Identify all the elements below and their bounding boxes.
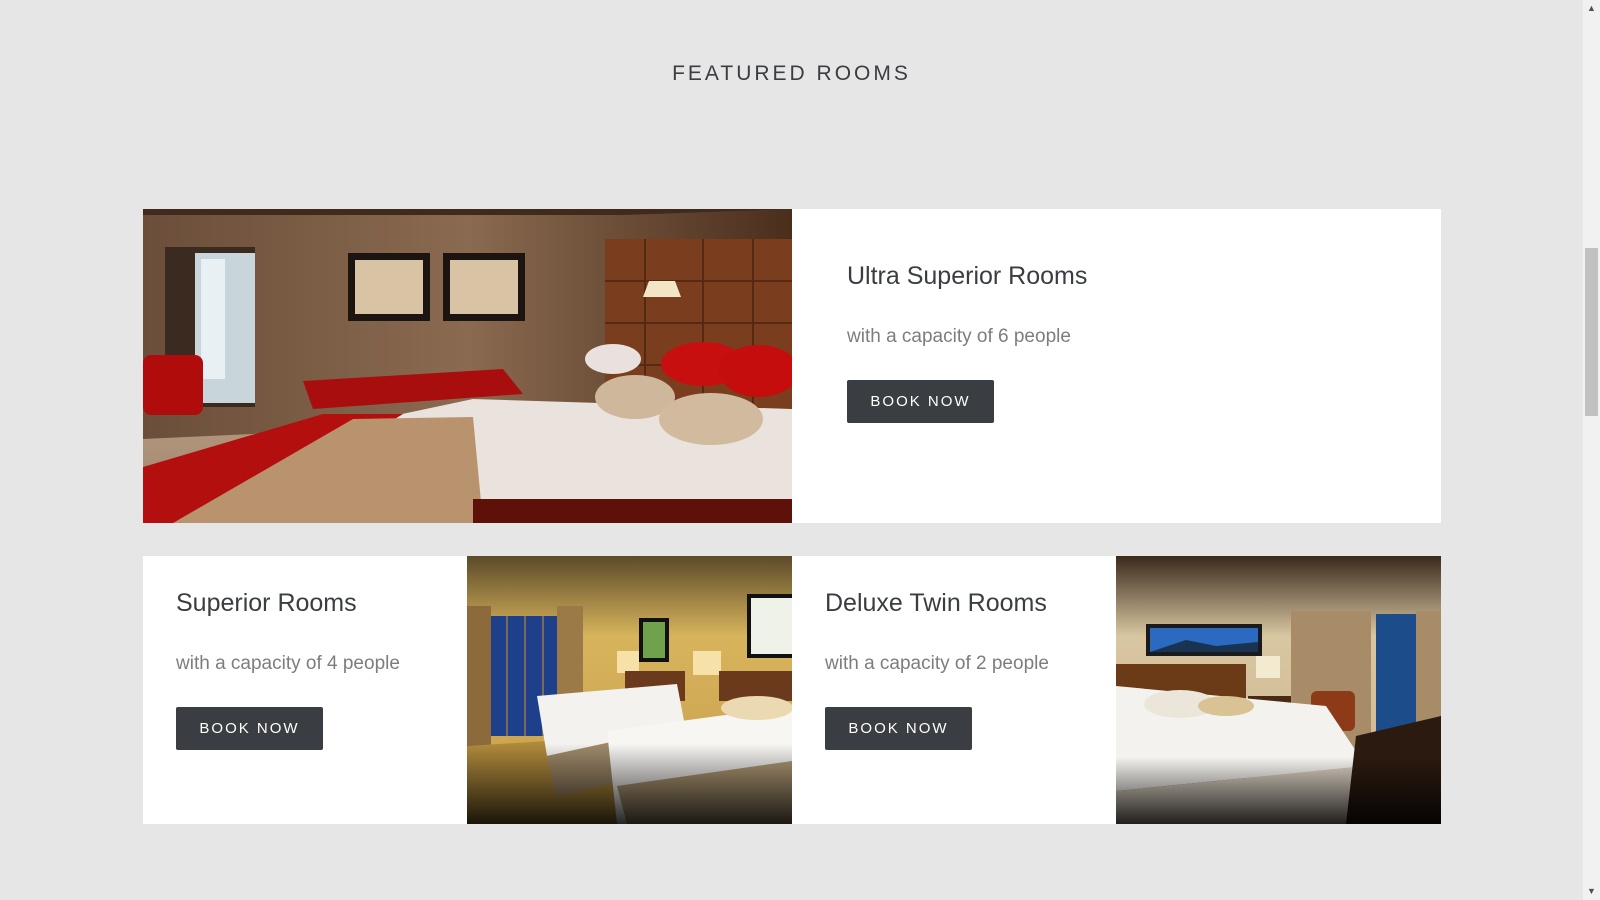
deluxe-twin-room-card: Deluxe Twin Rooms with a capacity of 2 p… (792, 556, 1116, 824)
book-now-button[interactable]: BOOK NOW (176, 707, 323, 750)
section-title: FEATURED ROOMS (672, 62, 911, 85)
superior-room-card: Superior Rooms with a capacity of 4 peop… (143, 556, 467, 824)
book-now-button[interactable]: BOOK NOW (825, 707, 972, 750)
scroll-up-icon[interactable]: ▲ (1583, 0, 1600, 17)
room-capacity: with a capacity of 2 people (825, 653, 1049, 674)
superior-room-photo (467, 556, 792, 824)
book-now-button[interactable]: BOOK NOW (847, 380, 994, 423)
page-content: FEATURED ROOMS Ultra Superior Rooms with… (0, 0, 1583, 900)
ultra-superior-room-card: Ultra Superior Rooms with a capacity of … (792, 209, 1441, 523)
room-capacity: with a capacity of 6 people (847, 326, 1071, 347)
scroll-thumb[interactable] (1585, 248, 1598, 416)
room-title: Superior Rooms (176, 589, 357, 617)
scroll-down-icon[interactable]: ▼ (1583, 883, 1600, 900)
deluxe-twin-room-photo (1116, 556, 1441, 824)
ultra-superior-room-photo (143, 209, 792, 523)
room-title: Deluxe Twin Rooms (825, 589, 1047, 617)
vertical-scrollbar[interactable]: ▲ ▼ (1583, 0, 1600, 900)
room-title: Ultra Superior Rooms (847, 262, 1088, 290)
room-capacity: with a capacity of 4 people (176, 653, 400, 674)
